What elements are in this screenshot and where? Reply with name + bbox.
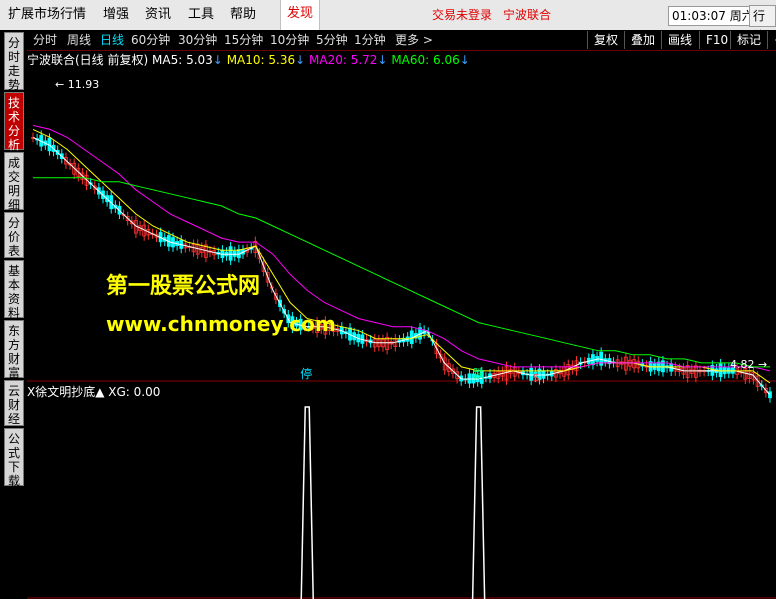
f10-button[interactable]: F10 — [699, 31, 734, 49]
period-daily[interactable]: 日线 — [100, 30, 124, 50]
period-toolbar: 分时 周线 日线 60分钟 30分钟 15分钟 10分钟 5分钟 1分钟 更多 … — [27, 30, 776, 51]
ma10-value: MA10: 5.36 — [226, 53, 296, 67]
candle-body — [718, 363, 723, 378]
signal-spike — [300, 406, 314, 599]
side-tab-trades[interactable]: 成交明细 — [4, 152, 24, 212]
menu-bar: 扩展市场行情 增强 资讯 工具 帮助 发现 交易未登录 宁波联合 01:03:0… — [0, 0, 776, 43]
indicator-name: X徐文明抄底▲ — [27, 385, 105, 399]
menu-extended-market[interactable]: 扩展市场行情 — [8, 0, 86, 30]
stop-marker: 停 — [300, 366, 312, 381]
mark-button[interactable]: 标记 — [730, 31, 767, 49]
ma5-arrow-icon: ↓ — [212, 53, 223, 67]
ma20-arrow-icon: ↓ — [377, 53, 388, 67]
candle-body — [467, 373, 472, 384]
period-60min[interactable]: 60分钟 — [131, 30, 170, 50]
period-10min[interactable]: 10分钟 — [270, 30, 309, 50]
menu-tools[interactable]: 工具 — [188, 0, 214, 30]
period-weekly[interactable]: 周线 — [67, 30, 91, 50]
ma10-arrow-icon: ↓ — [295, 53, 306, 67]
trade-login-status: 交易未登录 — [432, 8, 493, 22]
period-1min[interactable]: 1分钟 — [354, 30, 386, 50]
current-stock-name: 宁波联合 — [503, 8, 552, 22]
period-30min[interactable]: 30分钟 — [178, 30, 217, 50]
side-tab-intraday[interactable]: 分时走势 — [4, 32, 24, 92]
zoom-button[interactable]: +/- — [767, 31, 776, 49]
menu-enhance[interactable]: 增强 — [103, 0, 129, 30]
high-price-label: ← 11.93 — [55, 78, 99, 91]
indicator-bar: X徐文明抄底▲ XG: 0.00 — [27, 384, 160, 400]
adjust-button[interactable]: 复权 — [587, 31, 624, 49]
overlay-button[interactable]: 叠加 — [624, 31, 661, 49]
menu-help[interactable]: 帮助 — [230, 0, 256, 30]
fall-marker: 跌 — [473, 366, 485, 381]
ma5-value: MA5: 5.03 — [152, 53, 213, 67]
ma5-line — [32, 136, 771, 396]
signal-spike — [471, 406, 486, 599]
period-more[interactable]: 更多 > — [395, 30, 433, 50]
side-tab-formula-download[interactable]: 公式下载 — [4, 428, 24, 488]
ma10-line — [32, 128, 771, 384]
period-intraday[interactable]: 分时 — [33, 30, 57, 50]
menu-discover[interactable]: 发现 — [280, 0, 321, 31]
draw-line-button[interactable]: 画线 — [661, 31, 698, 49]
period-15min[interactable]: 15分钟 — [224, 30, 263, 50]
candle-body — [228, 246, 233, 261]
side-tab-eastmoney[interactable]: 东方财富 — [4, 320, 24, 380]
watermark-url: www.chnmoney.com — [106, 312, 336, 336]
quote-button[interactable]: 行情 — [749, 5, 776, 43]
side-tab-cloud-finance[interactable]: 云财经 — [4, 380, 24, 426]
dollar-marker: $ — [533, 371, 540, 384]
clock-display: 01:03:07 周六 — [668, 6, 758, 26]
ma20-value: MA20: 5.72 — [309, 53, 378, 67]
ma60-arrow-icon: ↓ — [459, 53, 470, 67]
watermark-site-name: 第一股票公式网 — [106, 274, 261, 299]
chart-title: 宁波联合(日线 前复权) — [27, 53, 149, 67]
menu-news[interactable]: 资讯 — [145, 0, 171, 30]
ma60-value: MA60: 6.06 — [391, 53, 460, 67]
side-tab-fundamentals[interactable]: 基本资料 — [4, 260, 24, 320]
side-tab-technical[interactable]: 技术分析 — [4, 92, 24, 152]
indicator-value: XG: 0.00 — [108, 385, 161, 399]
side-tab-bar: 分时走势 技术分析 成交明细 分价表 基本资料 东方财富 云财经 公式下载 — [0, 30, 27, 599]
low-price-label: 4.82 → — [730, 358, 767, 371]
chart-info-bar: 宁波联合(日线 前复权) MA5: 5.03↓ MA10: 5.36↓ MA20… — [27, 51, 470, 69]
side-tab-price-table[interactable]: 分价表 — [4, 212, 24, 258]
period-5min[interactable]: 5分钟 — [316, 30, 348, 50]
